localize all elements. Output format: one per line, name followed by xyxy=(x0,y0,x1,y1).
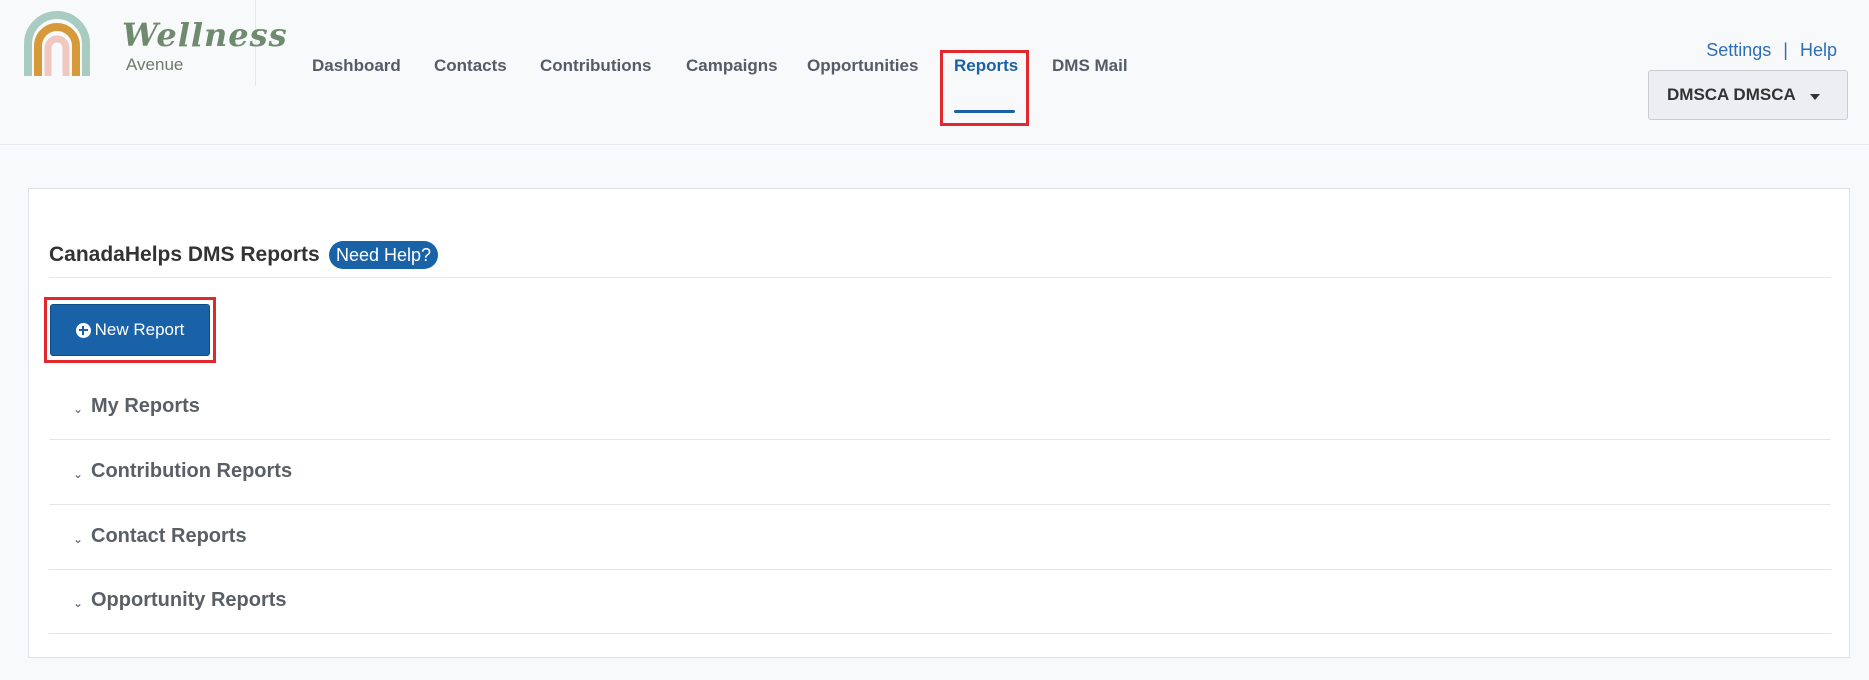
section-label: My Reports xyxy=(91,395,200,417)
chevron-down-icon: ⌄ xyxy=(73,596,84,610)
user-menu-button[interactable]: DMSCA DMSCA xyxy=(1648,70,1848,120)
section-label: Contribution Reports xyxy=(91,460,293,482)
chevron-down-icon: ⌄ xyxy=(73,532,84,546)
chevron-down-icon: ⌄ xyxy=(73,467,84,481)
nav-dms-mail[interactable]: DMS Mail xyxy=(1052,56,1128,76)
plus-circle-icon xyxy=(75,322,91,338)
settings-link[interactable]: Settings xyxy=(1706,40,1771,60)
top-links: Settings | Help xyxy=(1706,40,1837,61)
nav-opportunities[interactable]: Opportunities xyxy=(807,56,918,76)
nav-contacts[interactable]: Contacts xyxy=(434,56,507,76)
chevron-down-icon: ⌄ xyxy=(73,402,84,416)
nav-campaigns[interactable]: Campaigns xyxy=(686,56,778,76)
section-contact-reports[interactable]: ⌄ Contact Reports xyxy=(49,506,1831,570)
section-label: Opportunity Reports xyxy=(91,589,287,611)
wellness-avenue-logo[interactable]: Wellness Avenue xyxy=(16,0,287,86)
rainbow-logo-icon xyxy=(24,11,90,76)
reports-highlight-box xyxy=(940,50,1029,126)
top-links-separator: | xyxy=(1783,40,1788,60)
caret-down-icon xyxy=(1809,94,1820,100)
help-link[interactable]: Help xyxy=(1800,40,1837,60)
user-menu-label: DMSCA DMSCA xyxy=(1667,85,1796,104)
section-label: Contact Reports xyxy=(91,525,247,547)
nav-dashboard[interactable]: Dashboard xyxy=(312,56,401,76)
reports-panel: CanadaHelps DMS Reports Need Help? New R… xyxy=(28,188,1850,658)
logo-subtitle: Avenue xyxy=(126,55,184,74)
logo-wordmark: Wellness xyxy=(122,16,288,54)
page-title: CanadaHelps DMS Reports xyxy=(49,243,320,266)
section-contribution-reports[interactable]: ⌄ Contribution Reports xyxy=(49,441,1831,505)
new-report-label: New Report xyxy=(94,320,185,339)
nav-contributions[interactable]: Contributions xyxy=(540,56,651,76)
section-my-reports[interactable]: ⌄ My Reports xyxy=(49,376,1831,440)
new-report-button[interactable]: New Report xyxy=(50,304,210,356)
title-divider xyxy=(49,277,1831,278)
need-help-button[interactable]: Need Help? xyxy=(329,241,439,269)
section-opportunity-reports[interactable]: ⌄ Opportunity Reports xyxy=(49,570,1831,634)
top-navbar: Wellness Avenue Dashboard Contacts Contr… xyxy=(0,0,1869,145)
